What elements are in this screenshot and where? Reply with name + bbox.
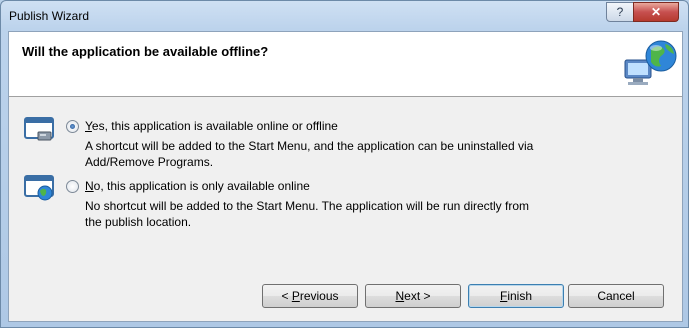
close-button[interactable]: ✕ — [633, 2, 679, 22]
option-online-radio[interactable] — [66, 180, 79, 193]
help-button[interactable]: ? — [606, 2, 634, 22]
option-online-description: No shortcut will be added to the Start M… — [85, 199, 529, 229]
option-offline-radio[interactable] — [66, 120, 79, 133]
computer-globe-icon — [24, 175, 54, 201]
option-online-label[interactable]: No, this application is only available o… — [85, 179, 310, 193]
page-title: Will the application be available offlin… — [22, 44, 269, 59]
option-offline-description: A shortcut will be added to the Start Me… — [85, 139, 534, 169]
publish-wizard-window: Publish Wizard ? ✕ Will the application … — [0, 0, 689, 328]
finish-button[interactable]: Finish — [468, 284, 564, 308]
option-offline-label[interactable]: Yes, this application is available onlin… — [85, 119, 338, 133]
previous-button[interactable]: < Previous — [262, 284, 358, 308]
window-title: Publish Wizard — [9, 9, 90, 23]
globe-computer-icon — [624, 40, 677, 85]
title-bar[interactable]: Publish Wizard ? ✕ — [1, 1, 688, 31]
wizard-content: Will the application be available offlin… — [8, 31, 683, 322]
cancel-button[interactable]: Cancel — [568, 284, 664, 308]
wizard-header: Will the application be available offlin… — [9, 32, 682, 97]
computer-disk-icon — [24, 117, 54, 141]
next-button[interactable]: Next > — [365, 284, 461, 308]
